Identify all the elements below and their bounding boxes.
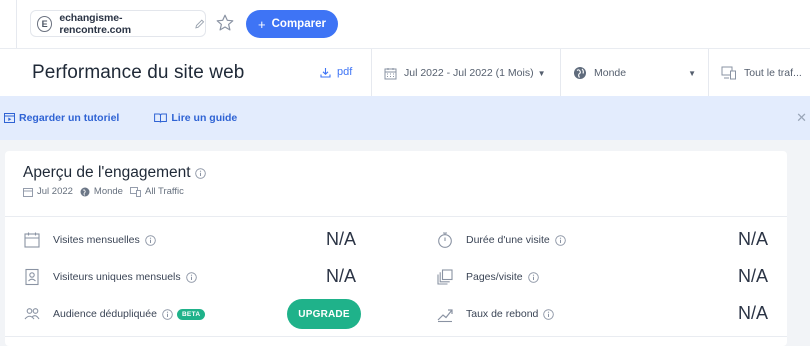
info-icon[interactable]	[527, 271, 539, 283]
devices-icon	[721, 66, 736, 80]
meta-country-text: Monde	[93, 186, 123, 197]
card-bottom-divider	[5, 336, 787, 337]
compare-button[interactable]: + Comparer	[246, 10, 338, 38]
site-name: echangisme-rencontre.com	[59, 11, 131, 36]
engagement-overview-card: Aperçu de l'engagement Jul 2022 Monde Al…	[5, 151, 787, 346]
metric-value-bounce-rate: N/A	[738, 303, 769, 323]
info-icon[interactable]	[554, 234, 566, 246]
card-divider	[5, 216, 787, 217]
info-icon[interactable]	[162, 308, 173, 320]
page-header: Performance du site web pdf Jul 2022 - J…	[0, 48, 810, 97]
book-icon	[154, 113, 168, 123]
page-title: Performance du site web	[32, 62, 245, 83]
date-range-filter[interactable]: Jul 2022 - Jul 2022 (1 Mois) ▼	[371, 49, 560, 97]
country-filter[interactable]: Monde ▼	[560, 49, 708, 97]
metric-unique-visitors: Visiteurs uniques mensuels	[23, 267, 197, 287]
stopwatch-icon	[438, 232, 452, 248]
video-icon	[4, 113, 15, 123]
info-icon[interactable]	[194, 167, 206, 179]
read-guide-link[interactable]: Lire un guide	[154, 112, 237, 124]
meta-date: Jul 2022	[23, 186, 73, 197]
compare-label: Comparer	[271, 18, 326, 30]
info-icon[interactable]	[543, 308, 555, 320]
date-range-value: Jul 2022 - Jul 2022 (1 Mois)	[404, 67, 534, 79]
metric-label: Visiteurs uniques mensuels	[53, 271, 181, 283]
devices-icon	[130, 186, 141, 197]
pdf-label: pdf	[337, 66, 353, 78]
card-title-text: Aperçu de l'engagement	[23, 164, 191, 181]
metric-pages-per-visit: Pages/visite	[436, 267, 539, 287]
globe-icon	[80, 187, 90, 196]
globe-icon	[574, 67, 586, 79]
metric-label: Durée d'une visite	[466, 234, 550, 246]
meta-traffic-text: All Traffic	[144, 186, 184, 197]
traffic-value: Tout le traf...	[744, 67, 802, 79]
users-icon	[24, 308, 40, 320]
download-icon	[320, 67, 331, 78]
info-icon[interactable]	[185, 271, 197, 283]
metric-value-pages-per-visit: N/A	[738, 266, 769, 286]
beta-badge: BETA	[176, 308, 206, 320]
meta-country: Monde	[80, 186, 123, 197]
metric-deduplicated-audience: Audience dédupliquée BETA	[23, 304, 206, 324]
left-edge-divider	[16, 0, 17, 48]
pdf-download-button[interactable]: pdf	[320, 66, 352, 78]
metric-label: Pages/visite	[466, 271, 523, 283]
metric-monthly-visits: Visites mensuelles	[23, 230, 156, 250]
watch-tutorial-label: Regarder un tutoriel	[19, 112, 120, 124]
country-value: Monde	[594, 67, 627, 79]
edit-pencil-icon[interactable]	[194, 18, 205, 30]
trend-up-icon	[437, 309, 453, 323]
metric-value-visit-duration: N/A	[738, 229, 769, 249]
info-icon[interactable]	[145, 234, 156, 246]
traffic-filter[interactable]: Tout le traf...	[708, 49, 810, 97]
upgrade-button[interactable]: UPGRADE	[287, 299, 361, 329]
site-chip[interactable]: E echangisme-rencontre.com	[30, 10, 206, 37]
chevron-down-icon: ▼	[688, 68, 696, 78]
read-guide-label: Lire un guide	[171, 112, 238, 124]
card-title: Aperçu de l'engagement	[23, 164, 206, 182]
metric-value-unique-visitors: N/A	[326, 266, 357, 286]
calendar-icon	[384, 67, 397, 79]
close-icon[interactable]: ✕	[796, 110, 807, 126]
metric-bounce-rate: Taux de rebond	[436, 304, 555, 324]
favorite-star-icon[interactable]	[215, 13, 235, 33]
chevron-down-icon: ▼	[537, 68, 546, 78]
calendar-icon	[23, 187, 33, 197]
metric-label: Visites mensuelles	[53, 234, 140, 246]
person-card-icon	[25, 268, 39, 286]
metric-label: Taux de rebond	[466, 308, 539, 320]
plus-icon: +	[258, 16, 266, 32]
site-favicon-icon: E	[37, 15, 53, 32]
meta-date-text: Jul 2022	[37, 186, 73, 197]
tutorial-banner: Regarder un tutoriel Lire un guide ✕	[0, 96, 810, 140]
top-bar: E echangisme-rencontre.com + Comparer	[0, 0, 810, 48]
card-filters-summary: Jul 2022 Monde All Traffic	[23, 186, 191, 197]
meta-traffic: All Traffic	[130, 186, 184, 197]
metric-value-monthly-visits: N/A	[326, 229, 357, 249]
metric-label: Audience dédupliquée	[53, 308, 157, 320]
calendar-icon	[24, 232, 40, 248]
watch-tutorial-link[interactable]: Regarder un tutoriel	[4, 112, 119, 124]
pages-icon	[437, 269, 453, 285]
metric-visit-duration: Durée d'une visite	[436, 230, 566, 250]
